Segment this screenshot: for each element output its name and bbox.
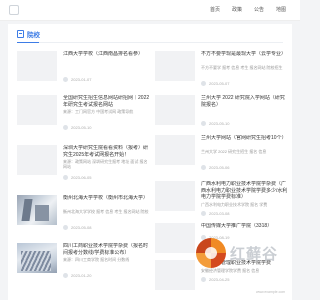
item-description: 兰州大学 2022 研究生招生 报名 信息	[201, 149, 267, 154]
item-meta: 2023-05-10	[63, 125, 91, 130]
item-date: 2023-05-10	[209, 121, 230, 126]
item-title[interactable]: 兰州大学 2022 研究院入学网站（研究院报名）	[201, 95, 289, 108]
item-meta: 2023-05-08	[63, 225, 91, 230]
avatar-icon	[63, 77, 68, 82]
item-title[interactable]: 广西水利电力职业技术学院学杂费（广西水利电力职业技术学院学费多少/水利电力学院学…	[201, 181, 289, 201]
thumbnail-placeholder[interactable]	[17, 95, 57, 125]
item-description: 安徽经济管理学院学费 报名 信息	[201, 268, 260, 273]
item-meta: 2023-05-07	[201, 81, 229, 86]
item-title[interactable]: 江西大学学校（江西南昌排名看参）	[63, 51, 151, 58]
item-meta: 2023-01-20	[63, 273, 91, 278]
avatar-icon	[201, 165, 206, 170]
item-meta: 2023-06-05	[63, 175, 91, 180]
item-description: 广西水利电力职业技术学院 报名 学费	[201, 202, 268, 207]
thumbnail-placeholder[interactable]	[155, 95, 195, 125]
building-photo[interactable]	[17, 195, 57, 225]
item-title[interactable]: 全国研究生招生信息网站研招网｜2022年研究生考试报名网站	[63, 95, 151, 108]
nav-item-policy[interactable]: 政策	[232, 5, 242, 15]
item-title[interactable]: 四川工商职业技术学院学杂费（报名时间报考分数线/学费标准公布）	[63, 243, 151, 256]
avatar-icon	[63, 225, 68, 230]
nav-item-home[interactable]: 首页	[210, 5, 220, 15]
section-title: 院校	[27, 32, 40, 39]
section-divider	[17, 42, 283, 43]
item-description: 来源：工门网官方 中国考试网 政策导航	[63, 109, 134, 114]
list-item[interactable]: 兰州大学 2022 研究院入学网站（研究院报名） 2023-05-10	[155, 95, 289, 135]
item-title[interactable]: 中国传媒大学推广学院（3318）	[201, 223, 289, 230]
avatar-icon	[201, 277, 206, 282]
item-title[interactable]: 不方不要学现是最现大学（云学专业）	[201, 51, 289, 58]
item-date: 2023-06-05	[71, 175, 92, 180]
item-description: 不方不要学 报考 信息 考生 报名网站 院校招生	[201, 65, 283, 70]
item-meta: 2023-05-10	[201, 121, 229, 126]
list-item[interactable]: 不方不要学现是最现大学（云学专业） 不方不要学 报考 信息 考生 报名网站 院校…	[155, 51, 289, 91]
document-icon	[17, 30, 24, 38]
list-item[interactable]: 全国研究生招生信息网站研招网｜2022年研究生考试报名网站 来源：工门网官方 中…	[17, 95, 151, 135]
item-meta: 2023-01-07	[63, 77, 91, 82]
item-meta: 2023-05-06	[201, 165, 229, 170]
thumbnail-placeholder[interactable]	[155, 260, 195, 290]
site-logo-icon[interactable]	[9, 5, 19, 15]
watermark-subtext: www.example.com	[256, 290, 286, 294]
item-meta: 2023-04-25	[201, 277, 229, 282]
list-item[interactable]: 深圳大学研究生院看看资料（报考）研究生2025年考试网报名开始！ 来源：政策网站…	[17, 145, 151, 185]
item-description: 来源：政策网站 深圳研究生报考 地址 面试 报名网站	[63, 159, 148, 169]
item-date: 2023-05-08	[71, 225, 92, 230]
list-item[interactable]: 江西大学学校（江西南昌排名看参） 2023-01-07	[17, 51, 151, 91]
nav-item-notice[interactable]: 公告	[254, 5, 264, 15]
thumbnail-placeholder[interactable]	[17, 51, 57, 81]
avatar-icon	[63, 175, 68, 180]
item-date: 2023-01-20	[71, 273, 92, 278]
main-nav: 首页 政策 公告 地图	[210, 5, 286, 15]
avatar-icon	[201, 121, 206, 126]
top-bar: 首页 政策 公告 地图	[0, 0, 300, 21]
thumbnail-placeholder[interactable]	[155, 223, 195, 253]
item-title[interactable]: 深圳大学研究生院看看资料（报考）研究生2025年考试网报名开始！	[63, 145, 151, 158]
watermark: 红藓谷 www.example.com	[196, 238, 285, 294]
watermark-logo-icon	[196, 238, 226, 268]
item-description: 衡州北海大学学校 报考 信息 考生 报名网站 院校	[63, 209, 149, 214]
item-title[interactable]: 衡州北海大学学校（衡州市北海大学）	[63, 195, 151, 202]
item-meta: 2023-03-08	[201, 211, 229, 216]
list-item[interactable]: 兰州大学网站（官网研究生招考10个） 兰州大学 2022 研究生招生 报名 信息…	[155, 135, 289, 175]
watermark-text: 红藓谷	[230, 245, 279, 263]
list-item[interactable]: 衡州北海大学学校（衡州市北海大学） 衡州北海大学学校 报考 信息 考生 报名网站…	[17, 195, 151, 235]
item-date: 2023-03-08	[209, 211, 230, 216]
list-item[interactable]: 广西水利电力职业技术学院学杂费（广西水利电力职业技术学院学费多少/水利电力学院学…	[155, 181, 289, 221]
avatar-icon	[63, 273, 68, 278]
thumbnail-placeholder[interactable]	[155, 135, 195, 165]
nav-item-map[interactable]: 地图	[276, 5, 286, 15]
avatar-icon	[201, 81, 206, 86]
item-date: 2023-01-07	[71, 77, 92, 82]
avatar-icon	[63, 125, 68, 130]
item-date: 2023-05-10	[71, 125, 92, 130]
item-date: 2023-05-06	[209, 165, 230, 170]
list-item[interactable]: 四川工商职业技术学院学杂费（报名时间报考分数线/学费标准公布） 来源：四川工商学…	[17, 243, 151, 283]
thumbnail-placeholder[interactable]	[17, 145, 57, 175]
avatar-icon	[201, 211, 206, 216]
item-title[interactable]: 兰州大学网站（官网研究生招考10个）	[201, 135, 289, 142]
thumbnail-placeholder[interactable]	[155, 51, 195, 81]
building-photo[interactable]	[17, 243, 57, 273]
thumbnail-placeholder[interactable]	[155, 181, 195, 211]
section-header: 院校	[17, 28, 40, 40]
item-date: 2023-05-07	[209, 81, 230, 86]
item-date: 2023-04-25	[209, 277, 230, 282]
item-description: 来源：四川工商学院 报名时间 分数线	[63, 257, 130, 262]
